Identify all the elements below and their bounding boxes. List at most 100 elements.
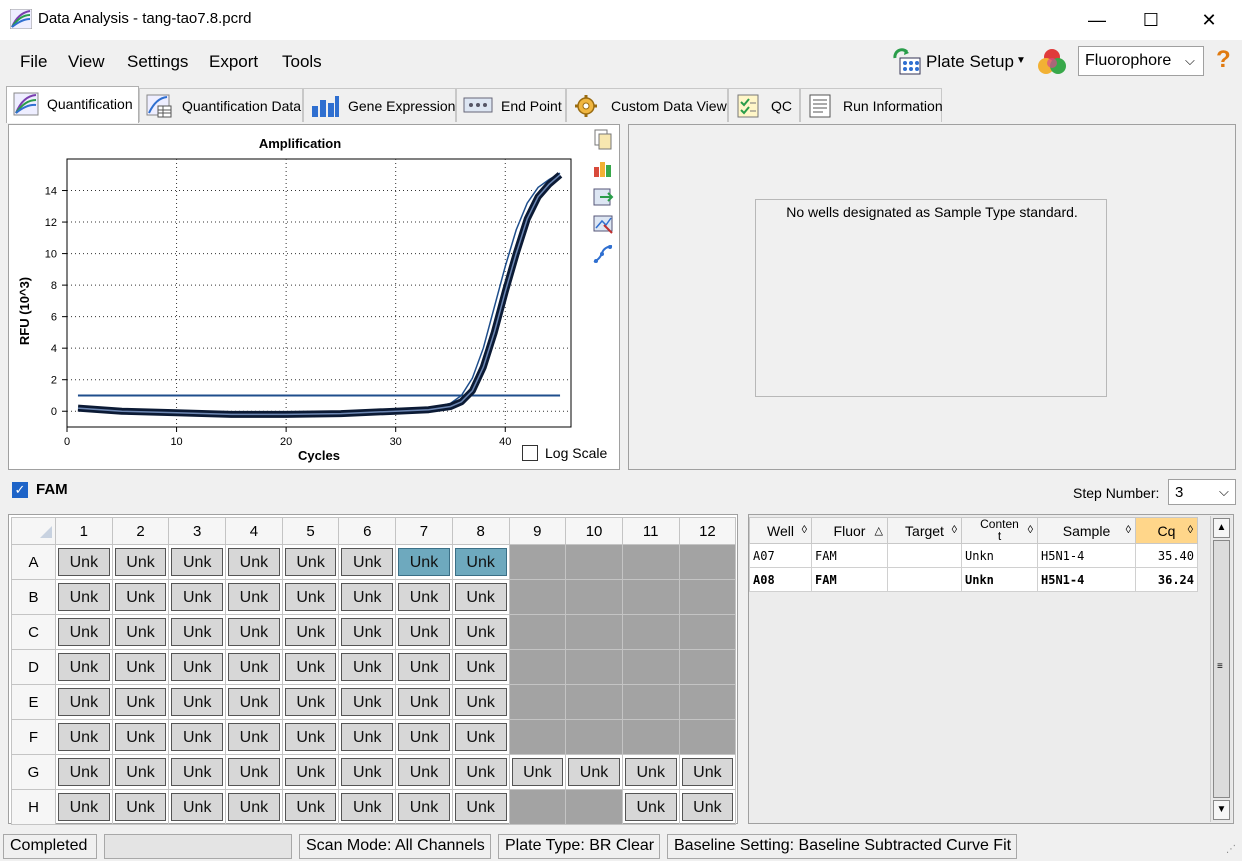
plate-well-empty[interactable]	[621, 684, 680, 720]
plate-well[interactable]: Unk	[168, 684, 227, 720]
results-column-header[interactable]: Fluor △	[811, 517, 888, 544]
plate-column-header[interactable]: 12	[678, 517, 737, 545]
plate-well-empty[interactable]	[508, 789, 567, 825]
plate-well[interactable]: Unk	[395, 719, 453, 755]
plate-well[interactable]: Unk	[225, 719, 283, 755]
plate-well-empty[interactable]	[621, 649, 680, 685]
plate-well[interactable]: Unk	[55, 579, 113, 615]
plate-well[interactable]: Unk	[55, 649, 113, 685]
plate-well[interactable]: Unk	[451, 614, 510, 650]
plate-well[interactable]: Unk	[225, 649, 283, 685]
menu-settings[interactable]: Settings	[127, 52, 188, 72]
close-button[interactable]: ✕	[1186, 8, 1232, 32]
plate-well[interactable]: Unk	[55, 684, 113, 720]
plate-well-empty[interactable]	[565, 719, 623, 755]
plate-column-header[interactable]: 11	[621, 517, 680, 545]
plate-well-empty[interactable]	[621, 614, 680, 650]
plate-well[interactable]: Unk	[281, 754, 340, 790]
chart-options-icon[interactable]	[592, 157, 614, 179]
plate-well[interactable]: Unk	[281, 789, 340, 825]
copy-icon[interactable]	[592, 129, 614, 151]
plate-well[interactable]: Unk	[225, 684, 283, 720]
plate-well[interactable]: Unk	[508, 754, 567, 790]
plate-well-empty[interactable]	[678, 719, 737, 755]
tab-quantification[interactable]: Quantification	[6, 86, 139, 123]
plate-column-header[interactable]: 7	[395, 517, 453, 545]
step-number-select[interactable]: 3 ⌵	[1168, 479, 1236, 505]
scroll-up-arrow-icon[interactable]: ▲	[1213, 518, 1230, 538]
plate-well[interactable]: Unk	[281, 719, 340, 755]
plate-row-header[interactable]: D	[11, 649, 56, 685]
plate-column-header[interactable]: 1	[55, 517, 113, 545]
plate-row-header[interactable]: G	[11, 754, 56, 790]
plate-well[interactable]: Unk	[111, 789, 170, 825]
tab-custom-data-view[interactable]: Custom Data View	[566, 88, 728, 122]
plate-column-header[interactable]: 9	[508, 517, 567, 545]
plate-well[interactable]: Unk	[168, 544, 227, 580]
plate-well[interactable]: Unk	[111, 579, 170, 615]
plate-well[interactable]: Unk	[225, 579, 283, 615]
plate-well-empty[interactable]	[678, 649, 737, 685]
plate-well[interactable]: Unk	[281, 544, 340, 580]
plate-well[interactable]: Unk	[395, 754, 453, 790]
menu-view[interactable]: View	[68, 52, 105, 72]
plate-setup-button[interactable]: Plate Setup ▼	[892, 46, 1030, 78]
menu-tools[interactable]: Tools	[282, 52, 322, 72]
plate-well[interactable]: Unk	[451, 719, 510, 755]
plate-well[interactable]: Unk	[451, 544, 510, 580]
plate-well[interactable]: Unk	[225, 754, 283, 790]
plate-well[interactable]: Unk	[281, 649, 340, 685]
plate-well[interactable]: Unk	[225, 614, 283, 650]
plate-row-header[interactable]: E	[11, 684, 56, 720]
plate-well[interactable]: Unk	[451, 579, 510, 615]
plate-well[interactable]: Unk	[111, 754, 170, 790]
plate-well-empty[interactable]	[508, 579, 567, 615]
plate-well[interactable]: Unk	[451, 649, 510, 685]
amplification-chart[interactable]: Amplification Cycles RFU (10^3) 0 10 20 30 4…	[9, 125, 621, 471]
plate-column-header[interactable]: 10	[565, 517, 623, 545]
table-row[interactable]: A08 FAM Unkn H5N1-4 36.24	[749, 567, 1198, 592]
plate-well[interactable]: Unk	[451, 684, 510, 720]
plate-well-empty[interactable]	[678, 579, 737, 615]
plate-well-empty[interactable]	[508, 649, 567, 685]
plate-well[interactable]: Unk	[281, 614, 340, 650]
plate-well[interactable]: Unk	[338, 544, 397, 580]
plate-well[interactable]: Unk	[168, 649, 227, 685]
plate-well[interactable]: Unk	[111, 684, 170, 720]
plate-row-header[interactable]: F	[11, 719, 56, 755]
plate-well[interactable]: Unk	[395, 649, 453, 685]
plate-well[interactable]: Unk	[225, 789, 283, 825]
fam-checkbox[interactable]: ✓	[12, 482, 28, 498]
plate-well[interactable]: Unk	[168, 719, 227, 755]
plate-well[interactable]: Unk	[338, 754, 397, 790]
plate-well[interactable]: Unk	[55, 754, 113, 790]
menu-file[interactable]: File	[20, 52, 47, 72]
plate-row-header[interactable]: A	[11, 544, 56, 580]
table-row[interactable]: A07 FAM Unkn H5N1-4 35.40	[749, 543, 1198, 568]
plate-well[interactable]: Unk	[111, 544, 170, 580]
menu-export[interactable]: Export	[209, 52, 258, 72]
plate-well[interactable]: Unk	[395, 789, 453, 825]
curve-fit-icon[interactable]	[592, 243, 614, 265]
plate-well[interactable]: Unk	[621, 754, 680, 790]
plate-well-empty[interactable]	[621, 544, 680, 580]
tab-quantification-data[interactable]: Quantification Data	[139, 88, 303, 122]
plate-well[interactable]: Unk	[395, 614, 453, 650]
plate-column-header[interactable]: 3	[168, 517, 227, 545]
plate-well-empty[interactable]	[565, 684, 623, 720]
tab-end-point[interactable]: End Point	[456, 88, 566, 122]
plate-well-empty[interactable]	[565, 649, 623, 685]
plate-well[interactable]: Unk	[451, 789, 510, 825]
plate-well[interactable]: Unk	[55, 719, 113, 755]
plate-well[interactable]: Unk	[168, 754, 227, 790]
help-icon[interactable]: ?	[1216, 46, 1231, 74]
scroll-thumb[interactable]: ≡	[1213, 540, 1230, 798]
zoom-chart-icon[interactable]	[592, 213, 614, 235]
plate-column-header[interactable]: 4	[225, 517, 283, 545]
plate-well-empty[interactable]	[508, 684, 567, 720]
plate-well[interactable]: Unk	[451, 754, 510, 790]
plate-well-empty[interactable]	[565, 789, 623, 825]
resize-grip-icon[interactable]: ⋰	[1226, 844, 1236, 855]
plate-well-empty[interactable]	[621, 579, 680, 615]
plate-well[interactable]: Unk	[111, 719, 170, 755]
